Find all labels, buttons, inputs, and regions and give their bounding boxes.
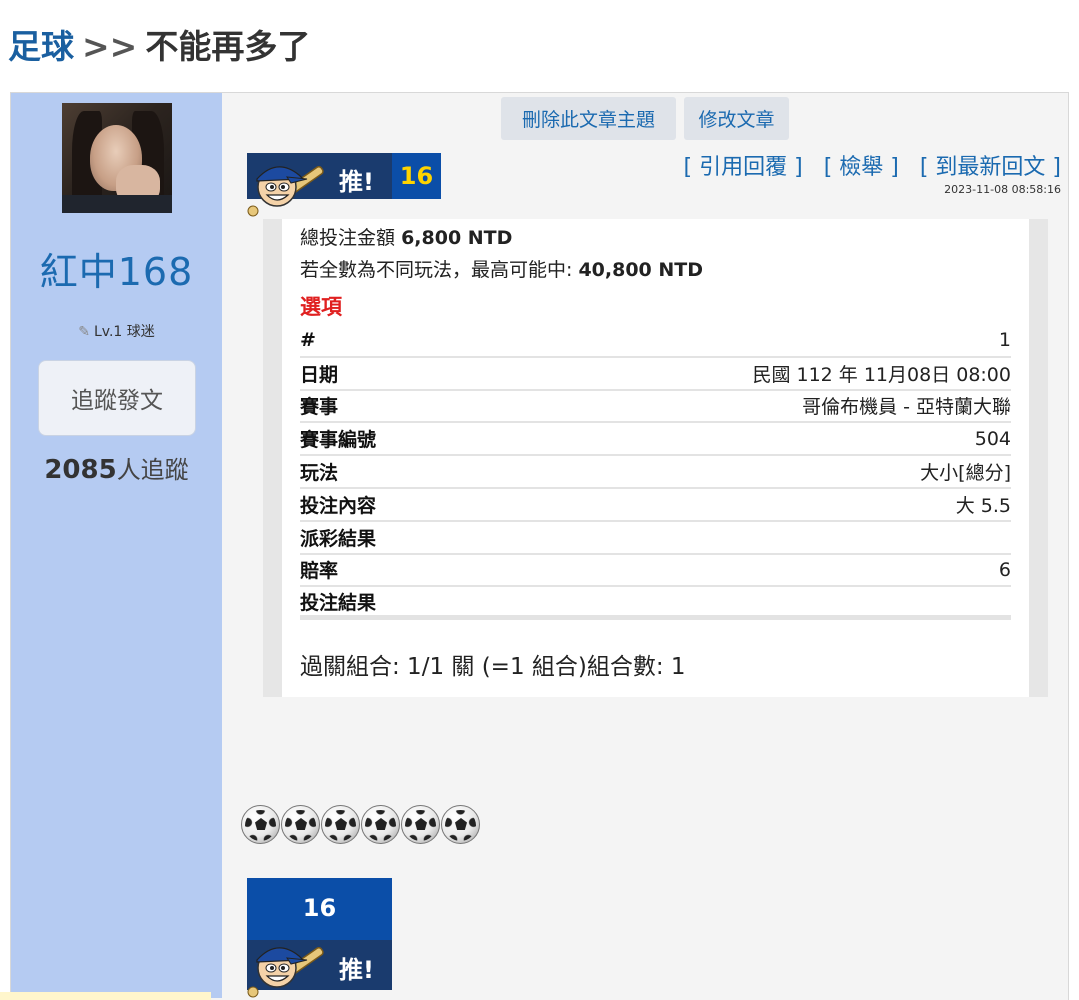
post-frame: 紅中168 ✎ Lv.1 球迷 追蹤發文 2085人追蹤 刪除此文章主題 修改文章… [10, 92, 1069, 1000]
bet-max-label: 若全數為不同玩法，最高可能中: [300, 259, 573, 281]
post-timestamp: 2023-11-08 08:58:16 [944, 183, 1061, 196]
push-label: 推! [339, 956, 374, 984]
table-row: 賽事 哥倫布機員 - 亞特蘭大聯 [300, 391, 1011, 424]
bet-table: #1 日期 民國 112 年 11月08日 08:00 賽事 哥倫布機員 - 亞特蘭… [300, 325, 1011, 621]
table-row: 日期 民國 112 年 11月08日 08:00 [300, 358, 1011, 391]
follower-number: 2085 [44, 455, 117, 485]
baseball-mascot-icon [247, 165, 324, 217]
latest-reply-link[interactable]: [ 到最新回文 ] [920, 155, 1061, 180]
row-value: 504 [974, 427, 1011, 450]
follower-suffix: 人追蹤 [116, 456, 189, 484]
row-key: 派彩結果 [300, 527, 377, 550]
row-key: # [300, 329, 316, 352]
username[interactable]: 紅中168 [11, 241, 222, 296]
baseball-mascot-icon [247, 946, 324, 998]
row-value: 大小[總分] [920, 462, 1011, 485]
push-count: 16 [392, 153, 441, 199]
table-row: 投注內容 大 5.5 [300, 489, 1011, 522]
bet-options-title: 選項 [300, 295, 342, 319]
quote-reply-link[interactable]: [ 引用回覆 ] [684, 155, 803, 180]
row-key: 投注內容 [300, 494, 377, 517]
row-value: 6 [998, 558, 1011, 581]
row-value: 1 [998, 329, 1011, 352]
table-row: 派彩結果 [300, 522, 1011, 555]
bet-slip: 總投注金額 6,800 NTD 若全數為不同玩法，最高可能中: 40,800 N… [263, 219, 1048, 697]
push-button-bottom[interactable]: 16 推! [247, 878, 392, 998]
bet-total-value: 6,800 NTD [401, 227, 513, 249]
table-row: 玩法 大小[總分] [300, 456, 1011, 489]
table-row: 投注結果 [300, 587, 1011, 621]
post-main: 刪除此文章主題 修改文章 推! 16 [ 引用回覆 ] [ 檢舉 ] [ 到最新… [222, 93, 1069, 998]
row-value: 大 5.5 [955, 494, 1011, 517]
soccer-ball-icon [241, 805, 280, 844]
avatar[interactable] [62, 103, 172, 213]
soccer-ball-icon [321, 805, 360, 844]
soccer-ball-icon [281, 805, 320, 844]
user-sidebar: 紅中168 ✎ Lv.1 球迷 追蹤發文 2085人追蹤 [11, 93, 222, 998]
next-post-strip [0, 992, 211, 1000]
row-key: 賽事 [300, 396, 339, 419]
push-count: 16 [302, 894, 337, 922]
delete-topic-button[interactable]: 刪除此文章主題 [501, 97, 676, 140]
bet-max-win: 若全數為不同玩法，最高可能中: 40,800 NTD [300, 255, 703, 282]
row-key: 投注結果 [300, 591, 377, 614]
table-row: #1 [300, 325, 1011, 358]
post-body-emoji [241, 805, 481, 845]
user-level-label: Lv.1 球迷 [93, 324, 155, 340]
row-value: 哥倫布機員 - 亞特蘭大聯 [802, 396, 1011, 419]
post-links: [ 引用回覆 ] [ 檢舉 ] [ 到最新回文 ] [670, 149, 1061, 181]
page-title: 不能再多了 [145, 27, 311, 66]
breadcrumb-category-link[interactable]: 足球 [8, 27, 74, 66]
soccer-ball-icon [361, 805, 400, 844]
follower-count: 2085人追蹤 [11, 450, 222, 485]
follow-button[interactable]: 追蹤發文 [38, 360, 196, 436]
report-link[interactable]: [ 檢舉 ] [824, 155, 899, 180]
table-row: 賠率 6 [300, 555, 1011, 588]
bet-total: 總投注金額 6,800 NTD [300, 223, 512, 250]
edit-post-button[interactable]: 修改文章 [684, 97, 789, 140]
soccer-ball-icon [441, 805, 480, 844]
push-button[interactable]: 推! 16 [247, 153, 441, 217]
bet-combo: 過關組合: 1/1 關 (=1 組合)組合數: 1 [300, 654, 686, 680]
breadcrumb: 足球 >> 不能再多了 [8, 20, 310, 68]
soccer-ball-icon [401, 805, 440, 844]
row-key: 日期 [300, 363, 339, 386]
bet-max-value: 40,800 NTD [578, 259, 704, 281]
push-label: 推! [339, 168, 374, 196]
row-key: 賽事編號 [300, 429, 377, 452]
pencil-icon: ✎ [78, 324, 90, 340]
table-row: 賽事編號 504 [300, 423, 1011, 457]
row-key: 賠率 [300, 560, 339, 583]
row-value: 民國 112 年 11月08日 08:00 [752, 363, 1011, 386]
bet-total-label: 總投注金額 [300, 227, 396, 249]
user-level: ✎ Lv.1 球迷 [11, 321, 222, 341]
row-key: 玩法 [300, 462, 339, 485]
breadcrumb-separator: >> [82, 27, 138, 66]
